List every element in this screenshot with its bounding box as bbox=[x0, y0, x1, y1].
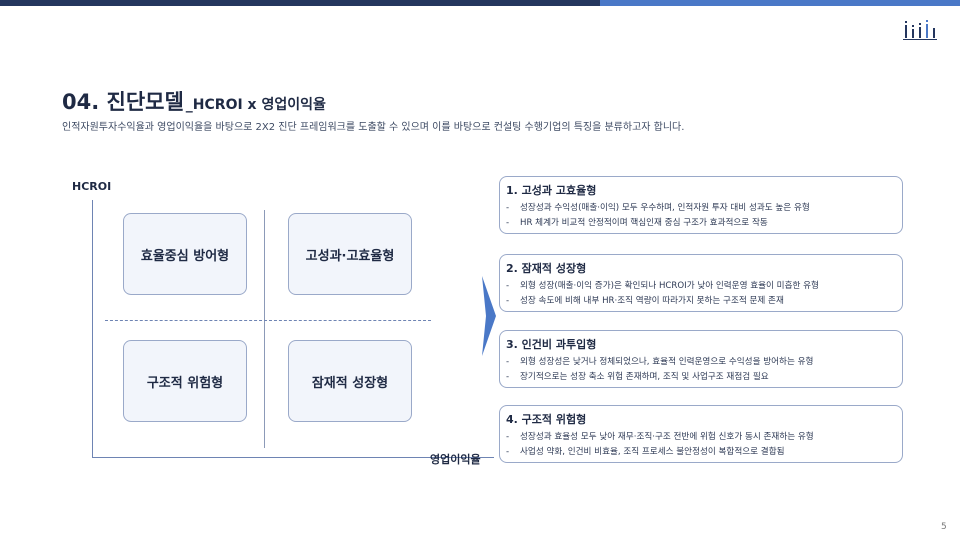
title-suffix: _HCROI x 영업이익율 bbox=[185, 97, 326, 113]
card-bullet: - HR 체계가 비교적 안정적이며 핵심인재 중심 구조가 효과적으로 작동 bbox=[506, 218, 768, 228]
quadrant-top-right: 고성과·고효율형 bbox=[288, 213, 412, 295]
type-card-2: 2. 잠재적 성장형 - 외형 성장(매출·이익 증가)은 확인되나 HCROI가… bbox=[499, 254, 903, 312]
page-number: 5 bbox=[941, 522, 947, 532]
card-bullet: - 성장성과 효율성 모두 낮아 재무·조직·구조 전반에 위험 신호가 동시 존… bbox=[506, 432, 814, 442]
quadrant-bottom-left: 구조적 위험형 bbox=[123, 340, 247, 422]
x-axis-label: 영업이익율 bbox=[430, 453, 481, 466]
card-title: 4. 구조적 위험형 bbox=[506, 413, 587, 426]
quadrant-divider-vertical bbox=[264, 210, 265, 448]
card-bullet: - 성장성과 수익성(매출·이익) 모두 우수하며, 인적자원 투자 대비 성과도… bbox=[506, 203, 810, 213]
card-bullet: - 장기적으로는 성장 축소 위험 존재하며, 조직 및 사업구조 재점검 필요 bbox=[506, 372, 769, 382]
type-card-4: 4. 구조적 위험형 - 성장성과 효율성 모두 낮아 재무·조직·구조 전반에 … bbox=[499, 405, 903, 463]
type-card-1: 1. 고성과 고효율형 - 성장성과 수익성(매출·이익) 모두 우수하며, 인적… bbox=[499, 176, 903, 234]
card-title: 2. 잠재적 성장형 bbox=[506, 262, 587, 275]
chevron-right-arrow-icon bbox=[482, 276, 496, 356]
quadrant-divider-horizontal bbox=[105, 320, 431, 321]
card-bullet: - 사업성 약화, 인건비 비효율, 조직 프로세스 불안정성이 복합적으로 결합… bbox=[506, 447, 785, 457]
quadrant-top-left: 효율중심 방어형 bbox=[123, 213, 247, 295]
top-bar-accent bbox=[600, 0, 960, 6]
type-card-3: 3. 인건비 과투입형 - 외형 성장성은 낮거나 정체되었으나, 효율적 인력운… bbox=[499, 330, 903, 388]
y-axis-label: HCROI bbox=[72, 180, 112, 193]
card-bullet: - 외형 성장성은 낮거나 정체되었으나, 효율적 인력운영으로 수익성을 방어하… bbox=[506, 357, 814, 367]
bar-chart-logo-icon bbox=[903, 20, 937, 40]
page-title: 04. 진단모델 _HCROI x 영업이익율 bbox=[62, 86, 326, 116]
title-main: 04. 진단모델 bbox=[62, 90, 184, 114]
page-subtitle: 인적자원투자수익율과 영업이익율을 바탕으로 2X2 진단 프레임워크를 도출할… bbox=[62, 122, 685, 133]
top-bar-dark bbox=[0, 0, 600, 6]
card-title: 3. 인건비 과투입형 bbox=[506, 338, 597, 351]
card-bullet: - 성장 속도에 비해 내부 HR·조직 역량이 따라가지 못하는 구조적 문제 … bbox=[506, 296, 784, 306]
card-title: 1. 고성과 고효율형 bbox=[506, 184, 597, 197]
y-axis-line bbox=[92, 200, 93, 457]
card-bullet: - 외형 성장(매출·이익 증가)은 확인되나 HCROI가 낮아 인력운영 효율… bbox=[506, 281, 819, 291]
quadrant-bottom-right: 잠재적 성장형 bbox=[288, 340, 412, 422]
